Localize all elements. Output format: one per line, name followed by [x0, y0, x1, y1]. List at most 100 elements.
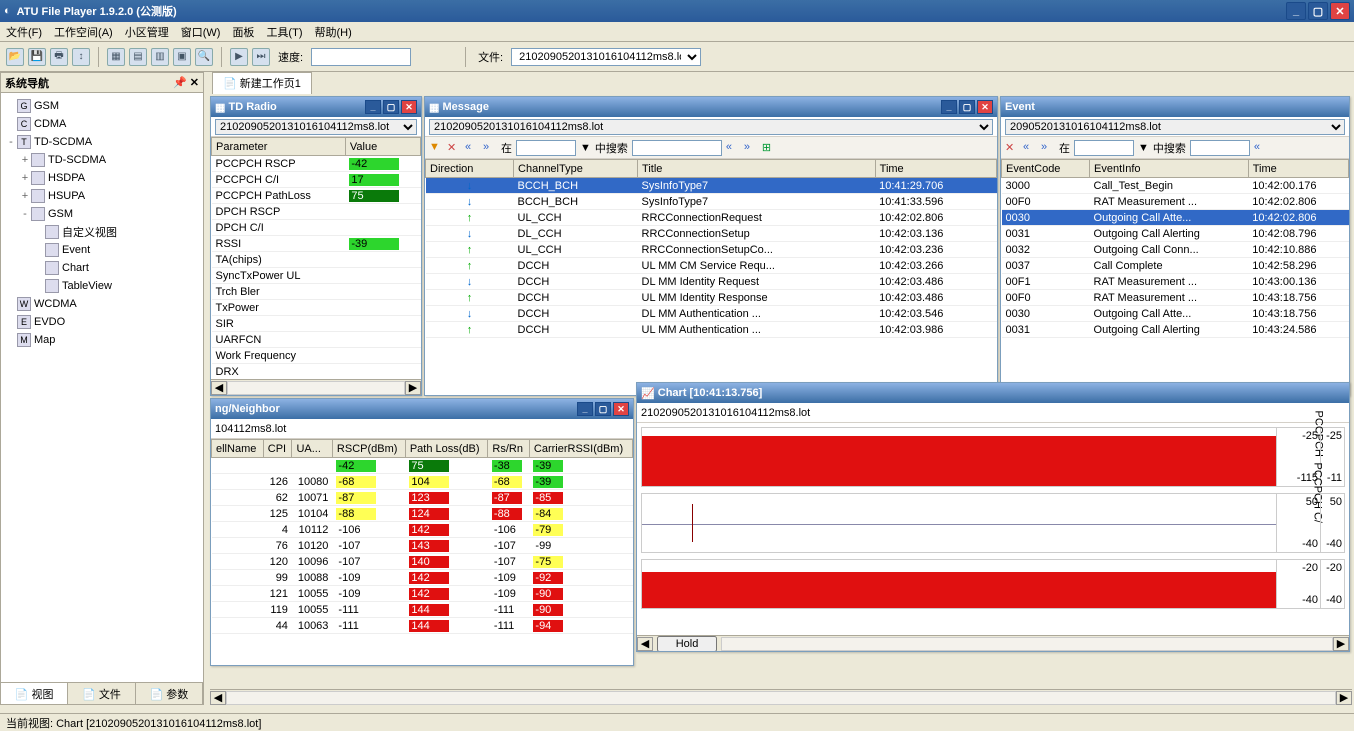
- event-next-icon[interactable]: »: [1041, 141, 1055, 155]
- layout1-icon[interactable]: ▦: [107, 48, 125, 66]
- message-context[interactable]: 2102090520131016104112ms8.lot: [429, 119, 993, 135]
- table-row[interactable]: 12610080-68104-68-39: [212, 474, 633, 490]
- chart-1[interactable]: [642, 428, 1276, 486]
- table-row[interactable]: ↓BCCH_BCHSysInfoType710:41:33.596: [426, 194, 997, 210]
- tree-item[interactable]: 自定义视图: [5, 223, 199, 241]
- table-row[interactable]: -4275-38-39: [212, 458, 633, 474]
- tree-item[interactable]: +TD-SCDMA: [5, 151, 199, 169]
- col-header[interactable]: UA...: [292, 440, 332, 458]
- neighbor-min-button[interactable]: _: [577, 402, 593, 416]
- scroll-left-icon[interactable]: ◀: [211, 381, 227, 395]
- table-row[interactable]: DPCH RSCP: [212, 204, 421, 220]
- zoom-in-icon[interactable]: 🔍: [195, 48, 213, 66]
- nav-tab[interactable]: 📄 文件: [68, 683, 135, 704]
- table-row[interactable]: TxPower: [212, 300, 421, 316]
- col-header[interactable]: ellName: [212, 440, 264, 458]
- col-header[interactable]: Parameter: [212, 138, 346, 156]
- table-row[interactable]: 00F0RAT Measurement ...10:43:18.756: [1002, 290, 1349, 306]
- maximize-button[interactable]: ▢: [1308, 2, 1328, 20]
- tdradio-grid[interactable]: ParameterValuePCCPCH RSCP-42PCCPCH C/I17…: [211, 137, 421, 379]
- work-tab[interactable]: 📄 新建工作页1: [212, 72, 312, 94]
- col-header[interactable]: Time: [1248, 160, 1348, 178]
- open-icon[interactable]: 📂: [6, 48, 24, 66]
- message-min-button[interactable]: _: [941, 100, 957, 114]
- filter-icon[interactable]: ▼: [429, 141, 443, 155]
- tree-item[interactable]: +HSDPA: [5, 169, 199, 187]
- event-search-prev-icon[interactable]: «: [1254, 141, 1268, 155]
- search-text-input[interactable]: [632, 140, 722, 156]
- tree-item[interactable]: MMap: [5, 331, 199, 349]
- pin-icon[interactable]: 📌 ✕: [173, 76, 199, 89]
- tree-item[interactable]: WWCDMA: [5, 295, 199, 313]
- table-row[interactable]: 0030Outgoing Call Atte...10:43:18.756: [1002, 306, 1349, 322]
- tdradio-close-button[interactable]: ✕: [401, 100, 417, 114]
- tree-item[interactable]: TableView: [5, 277, 199, 295]
- message-grid[interactable]: DirectionChannelTypeTitleTime↓BCCH_BCHSy…: [425, 159, 997, 395]
- chart-scroll-left-icon[interactable]: ◀: [637, 637, 653, 651]
- tdradio-max-button[interactable]: ▢: [383, 100, 399, 114]
- table-row[interactable]: 00F0RAT Measurement ...10:42:02.806: [1002, 194, 1349, 210]
- table-row[interactable]: ↑UL_CCHRRCConnectionRequest10:42:02.806: [426, 210, 997, 226]
- col-header[interactable]: Value: [345, 138, 420, 156]
- clear-icon[interactable]: ✕: [447, 141, 461, 155]
- table-row[interactable]: SIR: [212, 316, 421, 332]
- table-row[interactable]: 0031Outgoing Call Alerting10:42:08.796: [1002, 226, 1349, 242]
- table-row[interactable]: RSSI-39: [212, 236, 421, 252]
- table-row[interactable]: 0032Outgoing Call Conn...10:42:10.886: [1002, 242, 1349, 258]
- nav-tab[interactable]: 📄 视图: [1, 683, 68, 704]
- tdradio-min-button[interactable]: _: [365, 100, 381, 114]
- search-prev-icon[interactable]: «: [726, 141, 740, 155]
- export-icon[interactable]: ⊞: [762, 141, 776, 155]
- close-button[interactable]: ✕: [1330, 2, 1350, 20]
- tree-item[interactable]: -TTD-SCDMA: [5, 133, 199, 151]
- neighbor-close-button[interactable]: ✕: [613, 402, 629, 416]
- event-prev-icon[interactable]: «: [1023, 141, 1037, 155]
- neighbor-max-button[interactable]: ▢: [595, 402, 611, 416]
- event-text-input[interactable]: [1190, 140, 1250, 156]
- col-header[interactable]: CPI: [263, 440, 292, 458]
- col-header[interactable]: Rs/Rn: [488, 440, 530, 458]
- step-icon[interactable]: ⏭: [252, 48, 270, 66]
- col-header[interactable]: EventCode: [1002, 160, 1090, 178]
- prev-icon[interactable]: «: [465, 141, 479, 155]
- tree-item[interactable]: Event: [5, 241, 199, 259]
- table-row[interactable]: ↓DCCHDL MM Identity Request10:42:03.486: [426, 274, 997, 290]
- table-row[interactable]: ↓DCCHDL MM Authentication ...10:42:03.54…: [426, 306, 997, 322]
- work-scroll-left-icon[interactable]: ◀: [210, 691, 226, 705]
- print-icon[interactable]: 🖶: [50, 48, 68, 66]
- message-close-button[interactable]: ✕: [977, 100, 993, 114]
- speed-input[interactable]: [311, 48, 411, 66]
- table-row[interactable]: 0037Call Complete10:42:58.296: [1002, 258, 1349, 274]
- menu-item[interactable]: 窗口(W): [181, 24, 221, 40]
- table-row[interactable]: 00F1RAT Measurement ...10:43:00.136: [1002, 274, 1349, 290]
- table-row[interactable]: Trch Bler: [212, 284, 421, 300]
- work-scroll-right-icon[interactable]: ▶: [1336, 691, 1352, 705]
- table-row[interactable]: 4410063-111144-111-94: [212, 618, 633, 634]
- col-header[interactable]: ChannelType: [514, 160, 638, 178]
- col-header[interactable]: Title: [638, 160, 876, 178]
- table-row[interactable]: 12110055-109142-109-90: [212, 586, 633, 602]
- menu-item[interactable]: 小区管理: [125, 24, 169, 40]
- table-row[interactable]: ↑DCCHUL MM Authentication ...10:42:03.98…: [426, 322, 997, 338]
- hold-button[interactable]: Hold: [657, 636, 717, 652]
- next-icon[interactable]: »: [483, 141, 497, 155]
- table-row[interactable]: 7610120-107143-107-99: [212, 538, 633, 554]
- chart-3[interactable]: [642, 560, 1276, 608]
- tree-item[interactable]: GGSM: [5, 97, 199, 115]
- tree-item[interactable]: -GSM: [5, 205, 199, 223]
- table-row[interactable]: 0031Outgoing Call Alerting10:43:24.586: [1002, 322, 1349, 338]
- message-max-button[interactable]: ▢: [959, 100, 975, 114]
- table-row[interactable]: 12510104-88124-88-84: [212, 506, 633, 522]
- layout4-icon[interactable]: ▣: [173, 48, 191, 66]
- tree-item[interactable]: +HSUPA: [5, 187, 199, 205]
- col-header[interactable]: Direction: [426, 160, 514, 178]
- file-select[interactable]: 2102090520131016104112ms8.lot: [511, 48, 701, 66]
- chart-2[interactable]: [642, 494, 1276, 552]
- table-row[interactable]: ↓BCCH_BCHSysInfoType710:41:29.706: [426, 178, 997, 194]
- table-row[interactable]: 410112-106142-106-79: [212, 522, 633, 538]
- menu-item[interactable]: 工作空间(A): [54, 24, 113, 40]
- table-row[interactable]: ↑UL_CCHRRCConnectionSetupCo...10:42:03.2…: [426, 242, 997, 258]
- play-icon[interactable]: ▶: [230, 48, 248, 66]
- table-row[interactable]: ↑DCCHUL MM CM Service Requ...10:42:03.26…: [426, 258, 997, 274]
- table-row[interactable]: 3000Call_Test_Begin10:42:00.176: [1002, 178, 1349, 194]
